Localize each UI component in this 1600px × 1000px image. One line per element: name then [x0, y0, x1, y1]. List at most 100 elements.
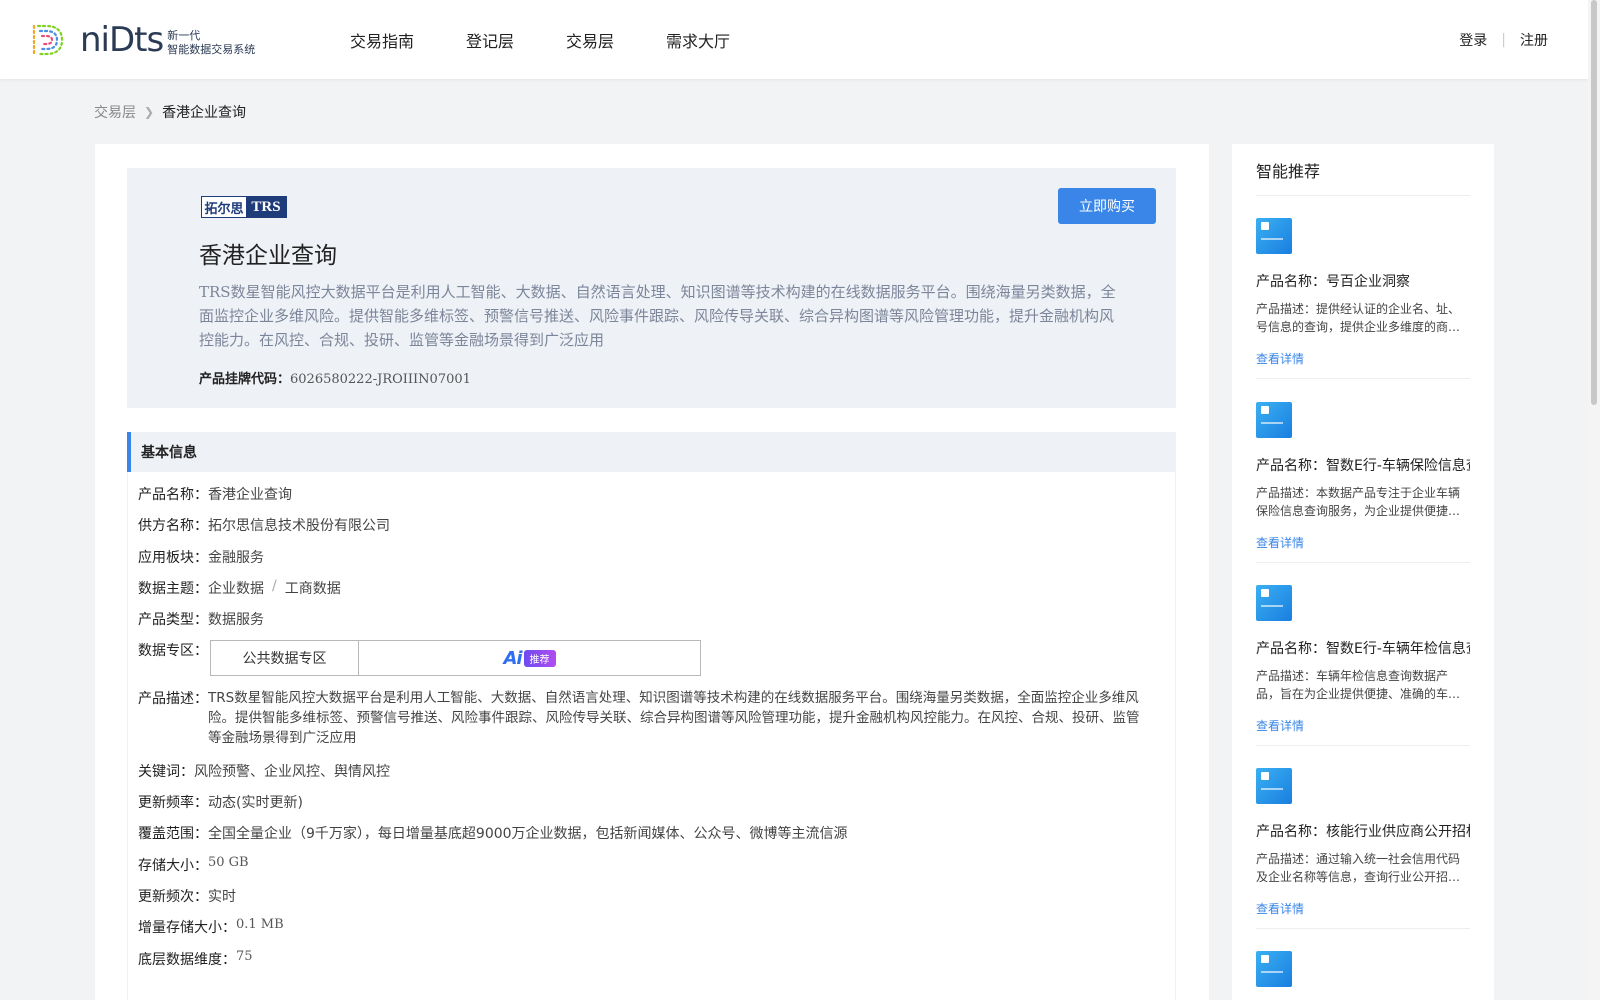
topic-tag: 工商数据	[284, 581, 341, 597]
info-label: 底层数据维度：	[138, 952, 236, 968]
info-value: 金融服务	[208, 550, 264, 566]
recommend-item[interactable]: 产品名称：智数E行-车辆保险信息查询 产品描述：本数据产品专注于企业车辆保险信息…	[1256, 402, 1470, 551]
recommend-item-desc: 产品描述：通过输入统一社会信用代码及企业名称等信息，查询行业公开招投标信息	[1256, 852, 1461, 884]
page-scrollbar[interactable]	[1588, 0, 1600, 1000]
supplier-logo-en: TRS	[246, 197, 286, 217]
view-details-link[interactable]: 查看详情	[1256, 717, 1470, 734]
info-value: 实时	[208, 889, 236, 905]
info-label: 应用板块：	[138, 550, 208, 566]
ai-tag: 推荐	[523, 649, 556, 667]
info-row-name: 产品名称： 香港企业查询	[138, 484, 292, 504]
logo-subtitle: 新一代 智能数据交易系统	[167, 23, 255, 57]
listing-code-label: 产品挂牌代码：	[199, 372, 291, 387]
info-label: 供方名称：	[138, 518, 208, 534]
supplier-logo: 拓尔思 TRS	[201, 196, 287, 218]
login-link[interactable]: 登录	[1459, 30, 1487, 50]
sidebar-title: 智能推荐	[1256, 162, 1321, 181]
recommend-item-name[interactable]: 产品名称：智数E行-车辆年检信息查询	[1256, 638, 1470, 658]
info-value: 动态(实时更新)	[208, 795, 303, 811]
logo-sub-line1: 新一代	[167, 29, 201, 42]
product-summary: TRS数星智能风控大数据平台是利用人工智能、大数据、自然语言处理、知识图谱等技术…	[199, 283, 1116, 349]
info-label: 关键词：	[138, 764, 194, 780]
nav-demand-hall[interactable]: 需求大厅	[666, 28, 730, 52]
top-header: niDts 新一代 智能数据交易系统 交易指南 登记层 交易层 需求大厅 登录 …	[0, 0, 1588, 79]
divider	[1256, 928, 1470, 929]
info-label: 产品名称：	[138, 487, 208, 503]
supplier-logo-cn: 拓尔思	[202, 197, 246, 217]
main-nav: 交易指南 登记层 交易层 需求大厅	[350, 0, 782, 79]
chevron-right-icon: ❯	[144, 105, 155, 119]
info-row-dimension: 底层数据维度： 75	[138, 949, 253, 969]
info-row-storage: 存储大小： 50 GB	[138, 855, 249, 875]
info-row-supplier: 供方名称： 拓尔思信息技术股份有限公司	[138, 515, 390, 535]
divider	[1256, 562, 1470, 563]
info-row-type: 产品类型： 数据服务	[138, 609, 264, 629]
info-label: 覆盖范围：	[138, 826, 208, 842]
nav-trading-layer[interactable]: 交易层	[566, 28, 614, 52]
product-hero: 拓尔思 TRS 立即购买 香港企业查询 TRS数星智能风控大数据平台是利用人工智…	[127, 168, 1176, 408]
info-row-increment: 增量存储大小： 0.1 MB	[138, 917, 284, 937]
info-row-update: 更新频次： 实时	[138, 886, 236, 906]
logo-wordmark: niDts	[80, 20, 164, 60]
nav-trade-guide[interactable]: 交易指南	[350, 28, 414, 52]
zone-name: 公共数据专区	[211, 641, 359, 675]
view-details-link[interactable]: 查看详情	[1256, 350, 1470, 367]
info-row-keywords: 关键词： 风险预警、企业风控、舆情风控	[138, 761, 390, 781]
info-value: 数据服务	[208, 612, 264, 628]
zone-badge-cell: Ai 推荐	[359, 641, 700, 675]
topic-tag: 企业数据	[208, 581, 264, 597]
product-title: 香港企业查询	[199, 243, 337, 269]
info-label: 产品描述：	[138, 691, 208, 707]
info-label: 数据主题：	[138, 581, 208, 597]
product-thumbnail-icon[interactable]	[1256, 218, 1292, 254]
recommend-item[interactable]: 产品名称：号百企业洞察 产品描述：提供经认证的企业名、址、号信息的查询，提供企业…	[1256, 218, 1470, 367]
info-value: 风险预警、企业风控、舆情风控	[194, 764, 390, 780]
breadcrumb: 交易层 ❯ 香港企业查询	[94, 102, 246, 122]
info-value: 50 GB	[208, 855, 249, 870]
scrollbar-thumb[interactable]	[1591, 0, 1597, 405]
info-row-freq: 更新频率： 动态(实时更新)	[138, 792, 303, 812]
ai-recommend-badge: Ai 推荐	[503, 647, 556, 669]
info-row-topic: 数据主题： 企业数据 / 工商数据	[138, 578, 341, 598]
info-label: 数据专区：	[138, 643, 208, 659]
data-zone-table: 公共数据专区 Ai 推荐	[210, 640, 701, 676]
topic-separator: /	[272, 578, 277, 594]
info-value: TRS数星智能风控大数据平台是利用人工智能、大数据、自然语言处理、知识图谱等技术…	[208, 690, 1140, 746]
recommend-item-name[interactable]: 产品名称：号百企业洞察	[1256, 271, 1470, 291]
recommend-item[interactable]: 产品名称：智数E行-车辆年检信息查询 产品描述：车辆年检信息查询数据产品，旨在为…	[1256, 585, 1470, 734]
buy-now-button[interactable]: 立即购买	[1058, 188, 1156, 224]
auth-separator: |	[1501, 31, 1506, 48]
view-details-link[interactable]: 查看详情	[1256, 900, 1470, 917]
auth-links: 登录 | 注册	[1459, 0, 1548, 79]
listing-code-value: 6026580222-JROIIIN07001	[290, 372, 471, 387]
divider	[1256, 378, 1470, 379]
recommend-item-desc: 产品描述：本数据产品专注于企业车辆保险信息查询服务，为企业提供便捷、准确的查询	[1256, 486, 1461, 518]
info-value: 全国全量企业（9千万家），每日增量基底超9000万企业数据，包括新闻媒体、公众号…	[208, 826, 848, 842]
info-value: 0.1 MB	[236, 917, 284, 932]
recommend-item-name[interactable]: 产品名称：核能行业供应商公开招标信息	[1256, 821, 1470, 841]
recommend-item-name[interactable]: 产品名称：智数E行-车辆保险信息查询	[1256, 455, 1470, 475]
register-link[interactable]: 注册	[1520, 30, 1548, 50]
recommend-item[interactable]	[1256, 951, 1470, 987]
divider	[1256, 195, 1470, 196]
basic-info-panel: 产品名称： 香港企业查询 供方名称： 拓尔思信息技术股份有限公司 应用板块： 金…	[127, 472, 1176, 1000]
info-label: 更新频率：	[138, 795, 208, 811]
ai-letters: Ai	[503, 647, 522, 669]
section-basic-info: 基本信息	[127, 432, 1176, 472]
logo[interactable]: niDts 新一代 智能数据交易系统	[28, 18, 255, 62]
product-thumbnail-icon[interactable]	[1256, 951, 1292, 987]
product-thumbnail-icon[interactable]	[1256, 402, 1292, 438]
view-details-link[interactable]: 查看详情	[1256, 534, 1470, 551]
breadcrumb-current: 香港企业查询	[162, 105, 247, 121]
info-row-zone: 数据专区：	[138, 640, 208, 660]
breadcrumb-trading-layer[interactable]: 交易层	[94, 102, 136, 122]
product-thumbnail-icon[interactable]	[1256, 768, 1292, 804]
info-label: 增量存储大小：	[138, 920, 236, 936]
recommend-item-desc: 产品描述：提供经认证的企业名、址、号信息的查询，提供企业多维度的商业信息	[1256, 302, 1461, 334]
recommend-item-desc: 产品描述：车辆年检信息查询数据产品，旨在为企业提供便捷、准确的车辆年检信息	[1256, 669, 1461, 701]
nav-registration-layer[interactable]: 登记层	[466, 28, 514, 52]
info-value: 香港企业查询	[208, 487, 292, 503]
info-row-desc: 产品描述： TRS数星智能风控大数据平台是利用人工智能、大数据、自然语言处理、知…	[138, 688, 1148, 748]
product-thumbnail-icon[interactable]	[1256, 585, 1292, 621]
recommend-item[interactable]: 产品名称：核能行业供应商公开招标信息 产品描述：通过输入统一社会信用代码及企业名…	[1256, 768, 1470, 917]
